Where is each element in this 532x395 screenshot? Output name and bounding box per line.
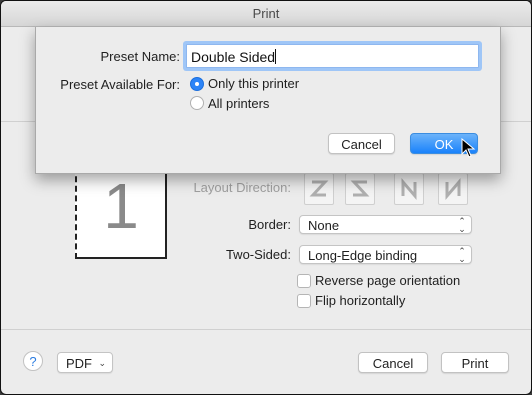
- two-sided-popup-value: Long-Edge binding: [308, 248, 418, 263]
- layout-s-icon: [350, 180, 370, 197]
- window-title: Print: [1, 1, 531, 27]
- cancel-button[interactable]: Cancel: [358, 352, 428, 373]
- all-printers-radio[interactable]: [190, 96, 204, 110]
- layout-direction-z-button[interactable]: [304, 173, 334, 205]
- two-sided-popup[interactable]: Long-Edge binding ⌃ ⌄: [299, 245, 472, 264]
- chevron-updown-icon: ⌃ ⌄: [458, 216, 466, 234]
- reverse-orientation-label: Reverse page orientation: [315, 273, 461, 288]
- preset-name-value: Double Sided: [191, 49, 276, 65]
- available-for-label: Preset Available For:: [60, 77, 180, 92]
- chevron-updown-icon: ⌃ ⌄: [458, 246, 466, 264]
- border-label: Border:: [248, 217, 291, 232]
- preset-name-field[interactable]: Double Sided: [186, 44, 479, 68]
- two-sided-label: Two-Sided:: [225, 247, 291, 262]
- layout-direction-reverse-n-button[interactable]: [438, 173, 468, 205]
- layout-n-icon: [401, 177, 417, 201]
- pdf-menu-label: PDF: [66, 356, 92, 371]
- preset-name-label: Preset Name:: [100, 49, 180, 64]
- layout-direction-s-button[interactable]: [345, 173, 375, 205]
- preset-sheet: Preset Name: Double Sided Preset Availab…: [35, 27, 501, 174]
- print-button[interactable]: Print: [441, 352, 509, 373]
- layout-direction-n-button[interactable]: [394, 173, 424, 205]
- panel-divider-bottom: [1, 329, 531, 330]
- sheet-cancel-button[interactable]: Cancel: [328, 133, 395, 154]
- mouse-pointer-icon: [461, 138, 476, 158]
- pdf-menu-button[interactable]: PDF ⌄: [57, 352, 113, 373]
- layout-reverse-n-icon: [445, 177, 461, 201]
- text-caret: [275, 49, 277, 64]
- only-this-printer-radio[interactable]: [190, 77, 204, 91]
- reverse-orientation-checkbox[interactable]: [297, 274, 311, 288]
- border-popup-value: None: [308, 218, 340, 233]
- layout-direction-label: Layout Direction:: [193, 180, 291, 195]
- flip-horizontally-label: Flip horizontally: [315, 293, 406, 308]
- layout-z-icon: [309, 180, 329, 197]
- all-printers-label: All printers: [208, 96, 270, 111]
- print-dialog-window: Print 1 Layout Direction: Border: None ⌃…: [1, 1, 531, 394]
- help-button[interactable]: ?: [23, 351, 43, 371]
- chevron-down-icon: ⌄: [98, 358, 106, 368]
- flip-horizontally-checkbox[interactable]: [297, 294, 311, 308]
- border-popup[interactable]: None ⌃ ⌄: [299, 215, 472, 234]
- only-this-printer-label: Only this printer: [208, 76, 300, 91]
